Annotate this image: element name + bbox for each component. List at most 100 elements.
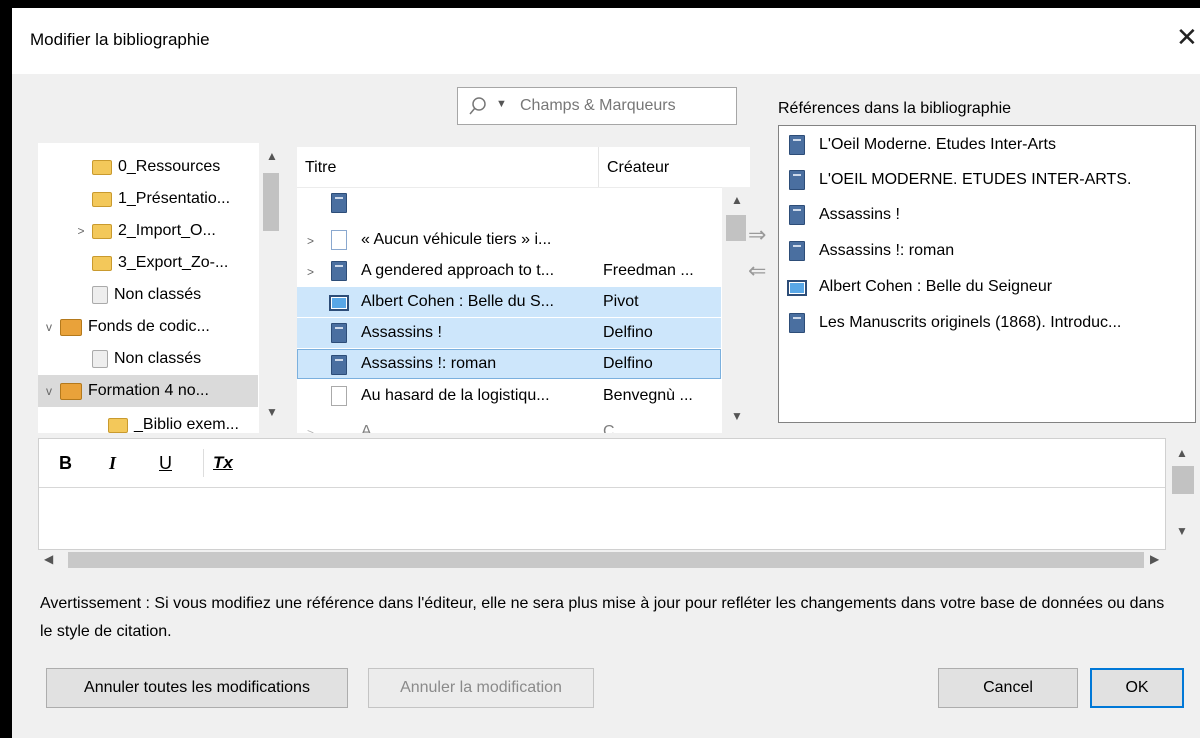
cancel-button[interactable]: Cancel [938,668,1078,708]
items-list[interactable]: Titre Créateur > « Aucun véhicule tiers … [297,147,750,433]
scroll-left-icon[interactable]: ◀ [44,552,53,566]
tree-item[interactable]: > 2_Import_O... [38,215,258,247]
scroll-thumb[interactable] [263,173,279,231]
book-icon [789,313,805,333]
scroll-thumb[interactable] [726,215,746,241]
book-icon [331,261,347,281]
tree-scrollbar[interactable]: ▲ ▼ [259,143,283,433]
tree-item[interactable]: _Biblio exem... [38,415,258,433]
collapse-twisty-icon[interactable]: v [42,384,56,398]
collections-tree[interactable]: 0_Ressources 1_Présentatio... > 2_Import… [38,143,283,433]
folder-icon [92,255,112,271]
table-row[interactable]: > « Aucun véhicule tiers » i... [297,225,721,255]
title-bar: Modifier la bibliographie ✕ [12,8,1200,74]
scroll-up-icon[interactable]: ▲ [1176,446,1188,460]
items-scrollbar[interactable]: ▲ ▼ [722,187,750,433]
scroll-down-icon[interactable]: ▼ [1176,524,1188,538]
search-mode-dropdown-icon[interactable]: ▼ [496,98,507,110]
editor-toolbar: B I U Tx [39,439,1165,488]
tree-item-label: 3_Export_Zo-... [118,254,229,271]
tv-broadcast-icon [787,280,807,296]
scroll-thumb[interactable] [1172,466,1194,494]
scroll-down-icon[interactable]: ▼ [266,405,278,419]
table-row[interactable]: Assassins ! Delfino [297,318,721,348]
editor-horizontal-scrollbar[interactable]: ◀ ▶ [38,550,1166,570]
scroll-right-icon[interactable]: ▶ [1150,552,1159,566]
table-row[interactable]: Assassins !: roman Delfino [297,349,721,379]
table-row[interactable] [297,188,721,218]
clear-formatting-button[interactable]: Tx [213,453,233,473]
close-icon[interactable]: ✕ [1176,22,1200,52]
tree-item[interactable]: v Formation 4 no... [38,375,258,407]
bold-button[interactable]: B [59,453,72,474]
references-label: Références dans la bibliographie [778,100,1012,117]
ok-button[interactable]: OK [1090,668,1184,708]
folder-icon [108,417,128,433]
tree-item-label: Non classés [114,286,202,303]
references-list[interactable]: L'Oeil Moderne. Etudes Inter-Arts L'OEIL… [778,125,1196,423]
tree-item[interactable]: Non classés [38,343,258,375]
book-icon [331,323,347,343]
column-header-creator[interactable]: Créateur [607,159,669,177]
tree-item[interactable]: 0_Ressources [38,151,258,183]
italic-button[interactable]: I [109,453,116,474]
tree-item-label: 0_Ressources [118,158,221,175]
tree-item[interactable]: Non classés [38,279,258,311]
add-to-bibliography-icon[interactable]: ⇒ [748,222,766,248]
scroll-up-icon[interactable]: ▲ [266,149,278,163]
tree-item-label: 1_Présentatio... [118,190,231,207]
expand-twisty-icon[interactable]: > [307,265,314,279]
book-icon [331,193,347,213]
document-icon [331,386,347,406]
tree-item-label: 2_Import_O... [118,222,216,239]
remove-from-bibliography-icon[interactable]: ⇐ [748,258,766,284]
revert-all-button[interactable]: Annuler toutes les modifications [46,668,348,708]
collapse-twisty-icon[interactable]: v [42,320,56,334]
list-item[interactable]: Assassins !: roman [779,234,1195,268]
unfiled-icon [92,350,108,368]
scroll-up-icon[interactable]: ▲ [731,193,743,207]
table-row[interactable]: > A gendered approach to t... Freedman .… [297,256,721,286]
list-item[interactable]: L'Oeil Moderne. Etudes Inter-Arts [779,128,1195,162]
table-row[interactable]: Albert Cohen : Belle du S... Pivot [297,287,721,317]
book-icon [331,355,347,375]
tree-item-label: Fonds de codic... [88,318,210,335]
editor-vertical-scrollbar[interactable]: ▲ ▼ [1168,438,1196,550]
tree-item[interactable]: v Fonds de codic... [38,311,258,343]
tree-item[interactable]: 3_Export_Zo-... [38,247,258,279]
library-icon [60,382,82,400]
list-item[interactable]: L'OEIL MODERNE. ETUDES INTER-ARTS. [779,163,1195,197]
reference-editor[interactable]: B I U Tx [38,438,1166,550]
book-icon [789,241,805,261]
book-icon [789,135,805,155]
list-item[interactable]: Albert Cohen : Belle du Seigneur [779,270,1195,304]
table-row[interactable]: > A ... C ... [297,417,721,433]
tree-item[interactable]: 1_Présentatio... [38,183,258,215]
expand-twisty-icon[interactable]: > [307,234,314,248]
document-icon [331,230,347,250]
tree-item-label: _Biblio exem... [134,416,239,433]
edit-bibliography-dialog: Modifier la bibliographie ✕ ▼ Champs & M… [12,8,1200,738]
book-icon [789,205,805,225]
table-row[interactable]: Au hasard de la logistiqu... Benvegnù ..… [297,381,721,411]
underline-button[interactable]: U [159,453,172,474]
scroll-thumb[interactable] [68,552,1144,568]
tree-item-label: Non classés [114,350,202,367]
column-header-title[interactable]: Titre [305,159,336,177]
scroll-down-icon[interactable]: ▼ [731,409,743,423]
tv-broadcast-icon [329,295,349,311]
search-input[interactable]: ▼ Champs & Marqueurs [457,87,737,125]
tree-item-label: Formation 4 no... [88,382,209,399]
book-icon [789,170,805,190]
revert-button[interactable]: Annuler la modification [368,668,594,708]
unfiled-icon [92,286,108,304]
expand-twisty-icon[interactable]: > [74,224,88,238]
warning-text: Avertissement : Si vous modifiez une réf… [40,595,1165,640]
list-item[interactable]: Assassins ! [779,198,1195,232]
dialog-title: Modifier la bibliographie [30,30,210,49]
library-icon [60,318,82,336]
items-header: Titre Créateur [297,147,750,188]
search-placeholder: Champs & Marqueurs [520,97,676,114]
editor-content[interactable] [47,495,1157,541]
list-item[interactable]: Les Manuscrits originels (1868). Introdu… [779,306,1195,340]
